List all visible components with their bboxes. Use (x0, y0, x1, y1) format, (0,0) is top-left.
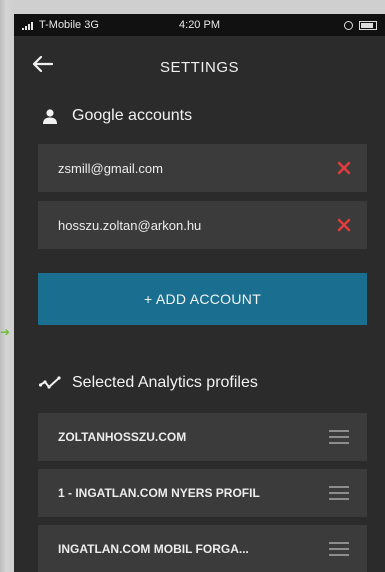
nav-bar: SETTINGS (14, 36, 385, 98)
drag-handle-icon[interactable] (329, 542, 349, 556)
analytics-icon (38, 374, 62, 392)
profiles-heading: Selected Analytics profiles (72, 374, 258, 391)
drag-handle-icon[interactable] (329, 430, 349, 444)
page-title: SETTINGS (159, 58, 239, 76)
battery-icon (359, 20, 377, 30)
back-arrow-icon (33, 56, 53, 72)
alarm-icon (344, 20, 353, 30)
account-row[interactable]: hosszu.zoltan@arkon.hu (38, 201, 367, 249)
status-bar: T-Mobile 3G 4:20 PM (14, 14, 385, 36)
profile-row[interactable]: INGATLAN.COM MOBIL FORGA... (38, 525, 367, 572)
screenshot-frame: ➜ T-Mobile 3G 4:20 PM SETTINGS Google ac… (0, 0, 385, 572)
carrier-label: T-Mobile 3G (39, 19, 99, 31)
account-email: hosszu.zoltan@arkon.hu (58, 217, 202, 233)
profile-name: 1 - INGATLAN.COM NYERS PROFIL (58, 486, 260, 500)
profile-row[interactable]: 1 - INGATLAN.COM NYERS PROFIL (38, 469, 367, 517)
close-icon (337, 218, 351, 232)
profile-name: ZOLTANHOSSZU.COM (58, 430, 187, 444)
back-button[interactable] (28, 50, 58, 78)
accounts-heading: Google accounts (72, 107, 193, 124)
status-right (344, 20, 377, 30)
phone-screen: T-Mobile 3G 4:20 PM SETTINGS Google acco… (14, 14, 385, 572)
remove-account-button[interactable] (335, 159, 353, 177)
accounts-section-header: Google accounts (14, 98, 385, 134)
account-row[interactable]: zsmill@gmail.com (38, 144, 367, 192)
status-left: T-Mobile 3G (22, 19, 99, 31)
profile-row[interactable]: ZOLTANHOSSZU.COM (38, 413, 367, 461)
add-account-button[interactable]: + ADD ACCOUNT (38, 273, 367, 325)
side-arrow-icon: ➜ (0, 325, 11, 339)
signal-icon (22, 21, 33, 30)
profile-name: INGATLAN.COM MOBIL FORGA... (58, 542, 249, 556)
profiles-section-header: Selected Analytics profiles (14, 365, 385, 401)
account-email: zsmill@gmail.com (58, 160, 163, 176)
person-icon (38, 107, 62, 125)
drag-handle-icon[interactable] (329, 486, 349, 500)
close-icon (337, 161, 351, 175)
remove-account-button[interactable] (335, 216, 353, 234)
